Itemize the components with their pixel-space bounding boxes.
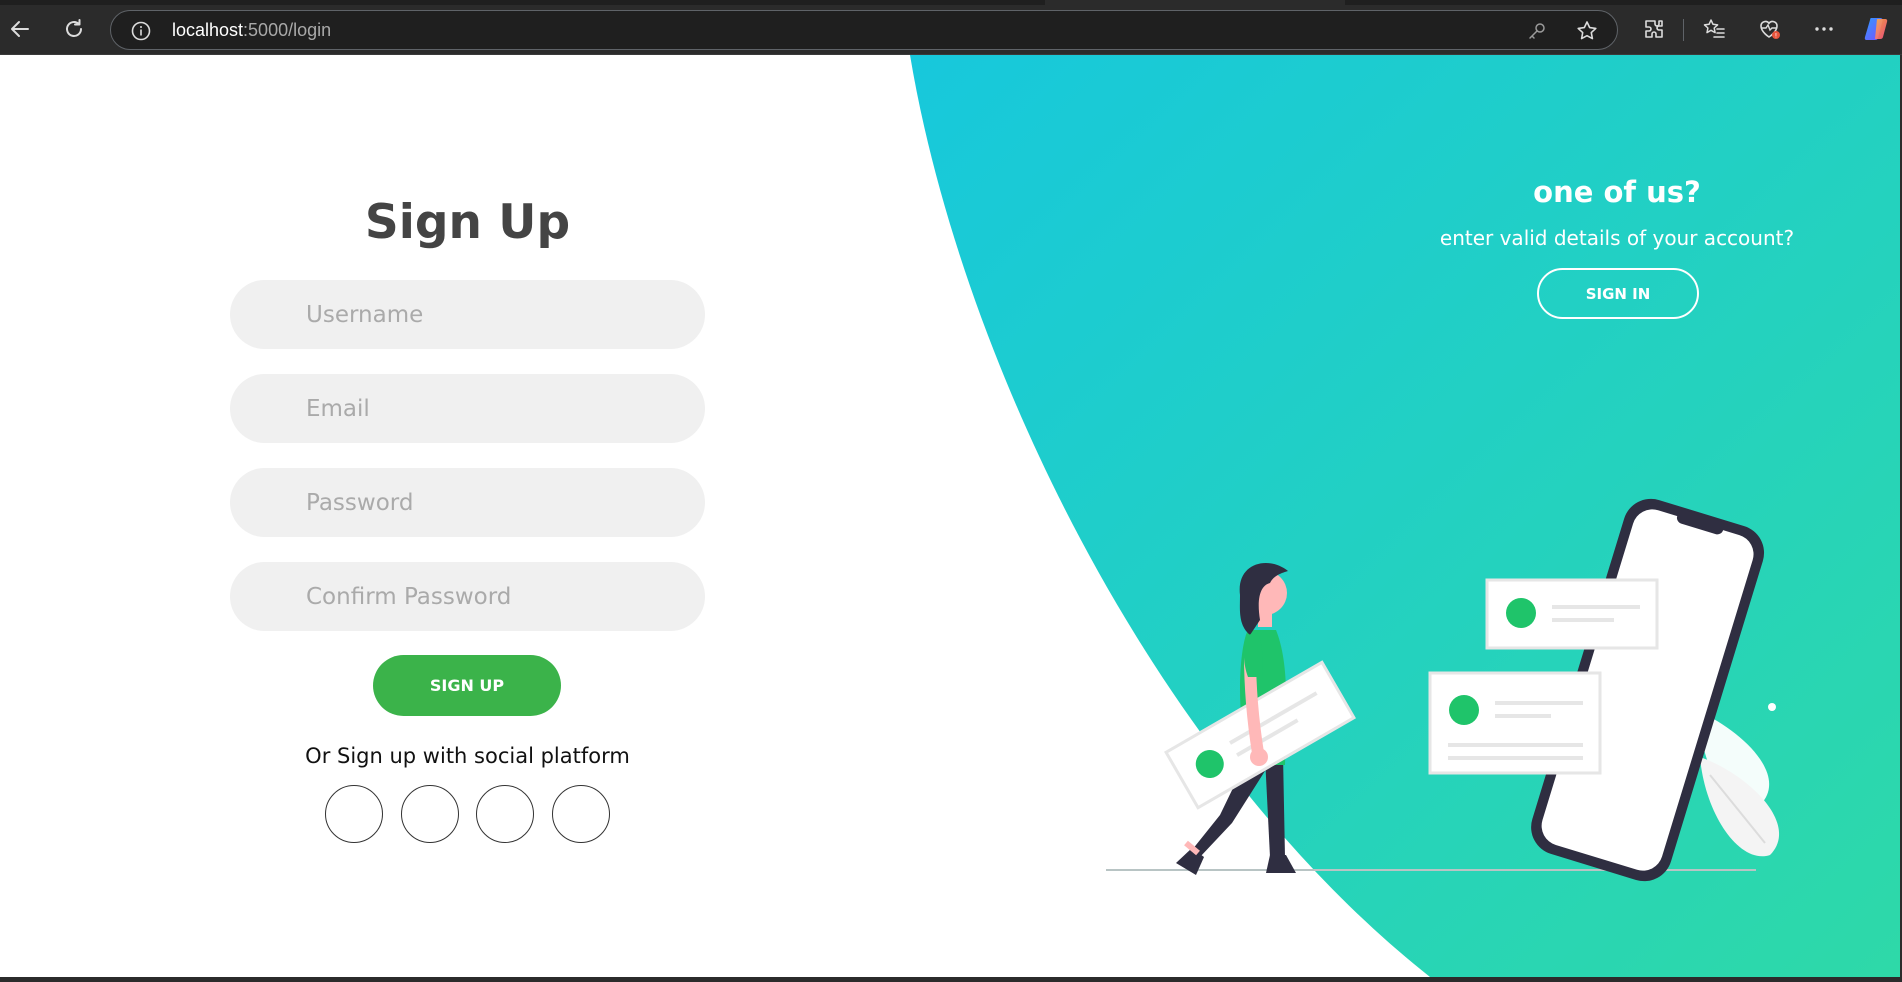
url-path: :5000/login (243, 20, 332, 40)
signup-button[interactable]: SIGN UP (373, 655, 561, 716)
signup-illustration (1106, 498, 1780, 882)
back-button[interactable] (4, 13, 36, 45)
back-arrow-icon (11, 21, 29, 37)
window-bottom-border (0, 977, 1902, 982)
signin-button[interactable]: SIGN IN (1537, 268, 1699, 319)
address-bar[interactable]: localhost:5000/login (110, 10, 1618, 50)
info-icon[interactable] (131, 21, 151, 41)
password-field[interactable] (230, 468, 705, 537)
confirm-password-input[interactable] (306, 562, 686, 631)
page-viewport: Sign Up SIGN UP Or Sign up with social p… (0, 55, 1902, 977)
tab-strip (0, 0, 1902, 5)
reload-button[interactable] (58, 13, 90, 45)
key-icon[interactable] (1527, 21, 1547, 41)
email-input[interactable] (306, 374, 686, 443)
confirm-password-field[interactable] (230, 562, 705, 631)
health-icon[interactable]: ! (1755, 15, 1783, 43)
active-tab[interactable] (1045, 0, 1345, 5)
panel-text: enter valid details of your account? (1439, 226, 1795, 250)
reload-icon (66, 19, 82, 37)
signup-title: Sign Up (364, 195, 571, 250)
copilot-icon[interactable] (1862, 15, 1890, 43)
panel-heading: one of us? (1533, 175, 1701, 209)
social-signup-text: Or Sign up with social platform (305, 744, 630, 768)
url-host: localhost (172, 20, 244, 40)
username-field[interactable] (230, 280, 705, 349)
browser-toolbar: localhost:5000/login ! (0, 0, 1902, 55)
toolbar-separator (1683, 19, 1684, 41)
url-text[interactable]: localhost:5000/login (172, 20, 331, 41)
social-icon-4[interactable] (552, 785, 610, 843)
username-input[interactable] (306, 280, 686, 349)
social-icon-3[interactable] (476, 785, 534, 843)
star-icon[interactable] (1575, 19, 1599, 43)
email-field[interactable] (230, 374, 705, 443)
social-icon-1[interactable] (325, 785, 383, 843)
password-input[interactable] (306, 468, 686, 537)
more-icon[interactable] (1810, 15, 1838, 43)
svg-text:!: ! (1775, 33, 1777, 40)
favorites-icon[interactable] (1700, 15, 1728, 43)
social-icon-2[interactable] (401, 785, 459, 843)
extensions-icon[interactable] (1640, 15, 1668, 43)
